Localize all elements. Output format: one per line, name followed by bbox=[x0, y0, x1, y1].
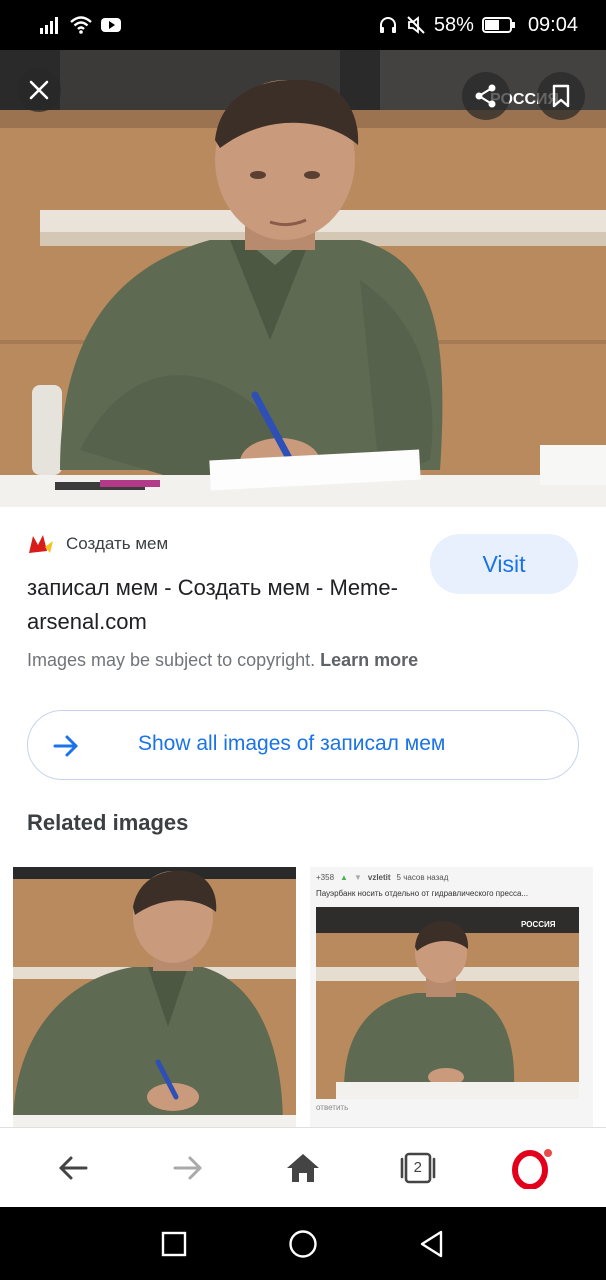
result-title[interactable]: записал мем - Создать мем - Meme-arsenal… bbox=[27, 571, 417, 639]
tabs-count: 2 bbox=[413, 1159, 422, 1176]
status-bar: 58% 09:04 bbox=[0, 0, 606, 50]
share-button[interactable] bbox=[462, 72, 510, 120]
site-logo-icon bbox=[29, 535, 53, 553]
home-icon bbox=[286, 1153, 319, 1182]
system-nav-bar bbox=[0, 1207, 606, 1280]
source-name: Создать мем bbox=[66, 534, 169, 553]
reply-link[interactable]: ответить bbox=[316, 1103, 348, 1112]
recents-icon[interactable] bbox=[161, 1231, 187, 1257]
result-card: Создать мем Visit записал мем - Создать … bbox=[0, 507, 606, 1127]
show-all-images-label: Show all images of записал мем bbox=[138, 732, 446, 755]
mute-icon bbox=[407, 16, 425, 34]
post-caption: Пауэрбанк носить отдельно от гидравличес… bbox=[316, 889, 529, 898]
thumb-watermark: РОССИЯ bbox=[521, 920, 556, 929]
arrow-forward-icon bbox=[173, 1156, 202, 1179]
close-icon bbox=[29, 80, 49, 100]
related-image-2-photo: РОССИЯ bbox=[316, 907, 579, 1099]
battery-icon bbox=[481, 17, 515, 33]
signal-icon bbox=[40, 17, 58, 34]
clock: 09:04 bbox=[527, 13, 578, 36]
hero-photo: РОССИЯ bbox=[0, 50, 606, 507]
battery-percent: 58% bbox=[433, 13, 474, 36]
visit-button[interactable]: Visit bbox=[430, 534, 578, 594]
home-button[interactable] bbox=[273, 1138, 333, 1198]
hero-image[interactable]: РОССИЯ bbox=[0, 50, 606, 507]
source-row[interactable]: Создать мем bbox=[28, 533, 168, 555]
post-time: 5 часов назад bbox=[396, 873, 449, 882]
learn-more-link[interactable]: Learn more bbox=[320, 650, 418, 670]
downvote-icon: ▼ bbox=[353, 873, 362, 882]
close-button[interactable] bbox=[17, 68, 61, 112]
tabs-button[interactable]: 2 bbox=[388, 1138, 448, 1198]
bookmark-icon bbox=[552, 84, 570, 108]
share-icon bbox=[475, 84, 496, 108]
post-header: +358 ▲ ▼ vzletit 5 часов назад bbox=[316, 873, 448, 882]
youtube-icon bbox=[101, 18, 121, 32]
opera-menu-button[interactable] bbox=[503, 1138, 563, 1198]
headphones-icon bbox=[379, 17, 396, 33]
arrow-back-icon bbox=[59, 1156, 88, 1179]
username: vzletit bbox=[367, 873, 391, 882]
related-image-2[interactable]: +358 ▲ ▼ vzletit 5 часов назад Пауэрбанк… bbox=[310, 867, 593, 1127]
related-image-1[interactable] bbox=[13, 867, 296, 1127]
bookmark-button[interactable] bbox=[537, 72, 585, 120]
browser-bottom-nav: 2 bbox=[0, 1127, 606, 1207]
show-all-images-button[interactable]: Show all images of записал мем bbox=[27, 710, 579, 780]
status-icons-right: 58% 09:04 bbox=[378, 14, 578, 37]
arrow-right-icon bbox=[53, 735, 78, 757]
back-triangle-icon[interactable] bbox=[419, 1229, 445, 1259]
forward-button[interactable] bbox=[158, 1138, 218, 1198]
related-images-heading: Related images bbox=[27, 810, 189, 835]
copyright-notice: Images may be subject to copyright. Lear… bbox=[27, 650, 418, 671]
back-button[interactable] bbox=[43, 1138, 103, 1198]
status-icons-left bbox=[40, 16, 122, 34]
related-image-1-photo bbox=[13, 867, 296, 1127]
copyright-text: Images may be subject to copyright. bbox=[27, 650, 316, 670]
opera-logo-icon bbox=[511, 1148, 552, 1189]
upvote-icon: ▲ bbox=[340, 873, 348, 882]
wifi-icon bbox=[70, 16, 92, 34]
vote-count: +358 bbox=[316, 873, 335, 882]
home-circle-icon[interactable] bbox=[288, 1229, 318, 1259]
